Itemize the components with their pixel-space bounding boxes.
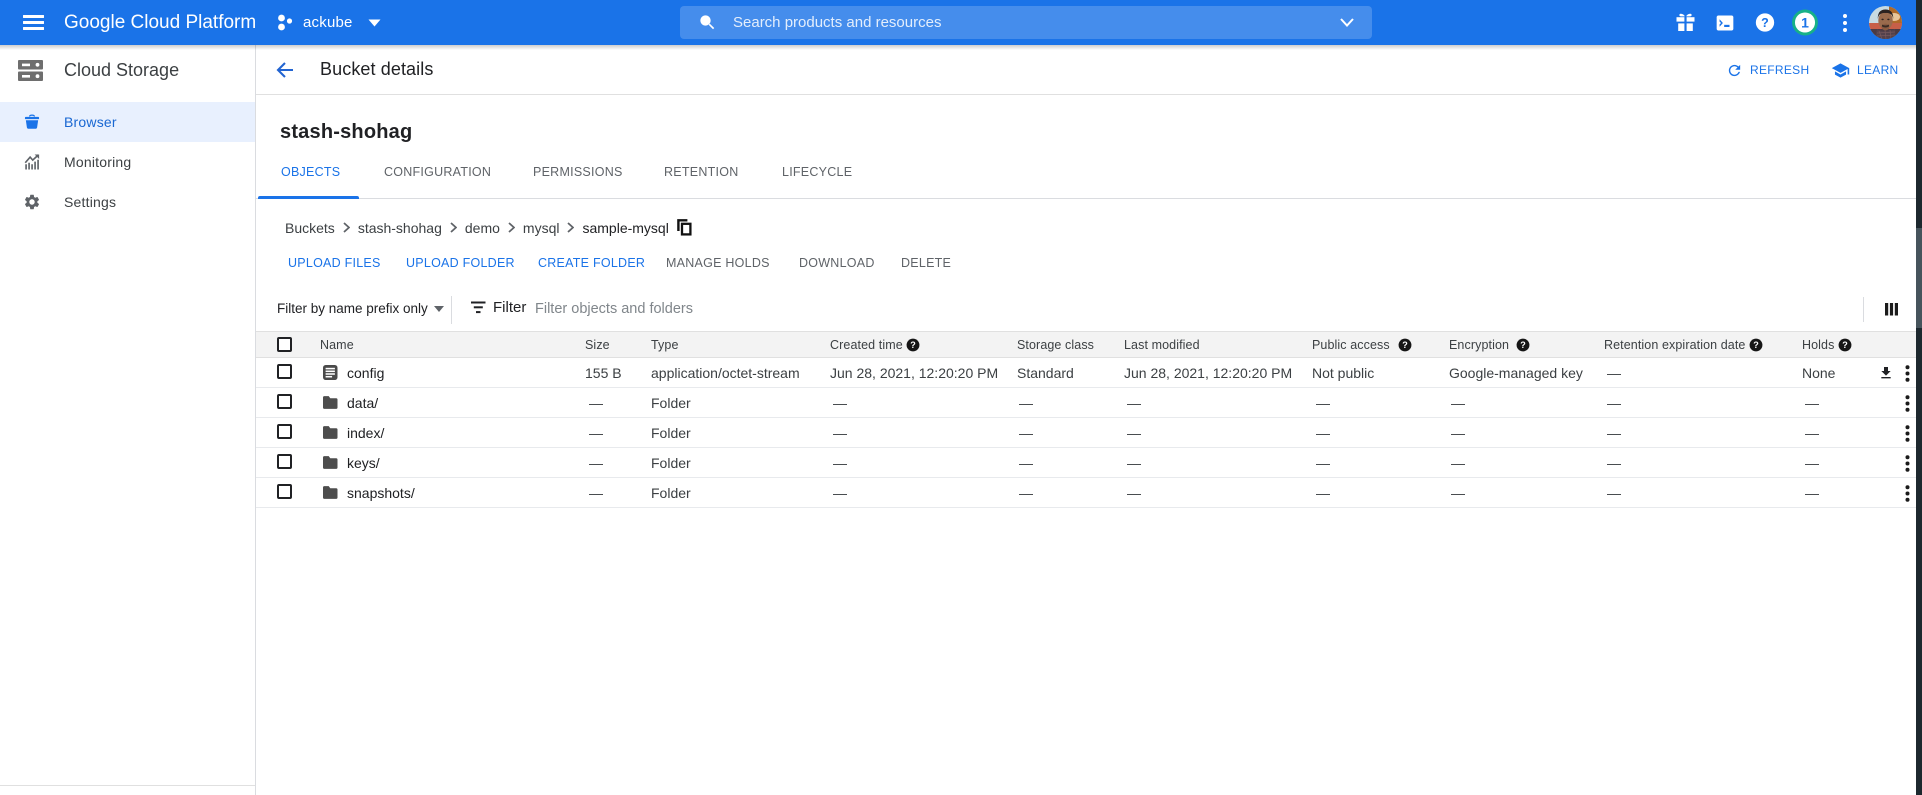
svg-text:?: ? (1842, 340, 1848, 350)
svg-text:?: ? (1761, 16, 1769, 30)
svg-text:1: 1 (1801, 14, 1809, 30)
svg-text:?: ? (1520, 340, 1526, 350)
svg-text:?: ? (1753, 340, 1759, 350)
svg-text:?: ? (910, 340, 916, 350)
svg-text:?: ? (1402, 340, 1408, 350)
